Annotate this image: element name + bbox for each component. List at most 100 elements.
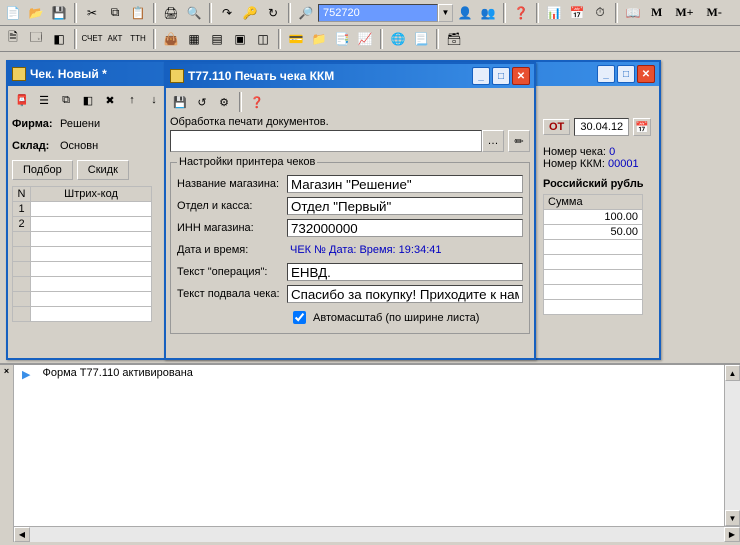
paste-icon[interactable]: 📋 bbox=[127, 2, 149, 24]
globe-icon[interactable]: 🌐 bbox=[387, 28, 409, 50]
chek-window-icon bbox=[12, 67, 26, 81]
inn-input[interactable] bbox=[287, 219, 523, 237]
row-2-barcode[interactable] bbox=[31, 217, 152, 232]
calendar-icon[interactable]: 📅 bbox=[566, 2, 588, 24]
dialog-titlebar[interactable]: T77.110 Печать чека ККМ _ □ ✕ bbox=[166, 64, 534, 88]
memory-m-button[interactable]: M bbox=[645, 2, 668, 24]
podbor-button[interactable]: Подбор bbox=[12, 160, 73, 180]
grid1-icon[interactable]: ▦ bbox=[183, 28, 205, 50]
list3-icon[interactable]: ◧ bbox=[78, 90, 98, 110]
find-icon[interactable]: 🔎 bbox=[295, 2, 317, 24]
nomer-cheka-value[interactable]: 0 bbox=[609, 146, 615, 158]
open-icon[interactable]: 📂 bbox=[25, 2, 47, 24]
autoscale-checkbox[interactable] bbox=[293, 311, 306, 324]
save-form-icon[interactable]: 💾 bbox=[170, 92, 190, 112]
scroll-left-icon[interactable]: ◀ bbox=[14, 527, 30, 542]
doc-icon[interactable]: 📃 bbox=[410, 28, 432, 50]
dept-input[interactable] bbox=[287, 197, 523, 215]
scroll-down-icon[interactable]: ▼ bbox=[725, 510, 740, 526]
dialog-close-button[interactable]: ✕ bbox=[512, 67, 530, 85]
settings-form-icon[interactable]: ⚙ bbox=[214, 92, 234, 112]
help-icon[interactable]: ❓ bbox=[510, 2, 532, 24]
date-input[interactable] bbox=[574, 118, 629, 136]
datetime-label: Дата и время: bbox=[177, 244, 287, 256]
tool-c-icon[interactable]: ◧ bbox=[48, 28, 70, 50]
new-icon[interactable]: 📄 bbox=[2, 2, 24, 24]
col-barcode-header[interactable]: Штрих-код bbox=[31, 187, 152, 202]
dialog-maximize-button[interactable]: □ bbox=[492, 67, 510, 85]
currency-label: Российский рубль bbox=[543, 178, 653, 190]
chart-icon[interactable]: 📈 bbox=[354, 28, 376, 50]
grid2-icon[interactable]: ▤ bbox=[206, 28, 228, 50]
app-icon[interactable]: 🗃 bbox=[443, 28, 465, 50]
scroll-up-icon[interactable]: ▲ bbox=[725, 365, 740, 381]
find-prev-icon[interactable]: 👥 bbox=[477, 2, 499, 24]
book-icon[interactable]: 📖 bbox=[622, 2, 644, 24]
preview-icon[interactable]: 🔍 bbox=[183, 2, 205, 24]
search-dropdown-icon[interactable]: ▼ bbox=[438, 4, 453, 22]
fieldset-legend: Настройки принтера чеков bbox=[177, 156, 317, 168]
restore-form-icon[interactable]: ↺ bbox=[192, 92, 212, 112]
copy-icon[interactable]: ⧉ bbox=[104, 2, 126, 24]
sum-row-2[interactable]: 50.00 bbox=[544, 225, 643, 240]
print-icon[interactable]: 🖨 bbox=[160, 2, 182, 24]
sklad-value: Основн bbox=[60, 140, 98, 152]
find-next-icon[interactable]: 👤 bbox=[454, 2, 476, 24]
report-icon[interactable]: 📑 bbox=[331, 28, 353, 50]
nomer-kkm-value[interactable]: 00001 bbox=[608, 158, 639, 170]
store-name-label: Название магазина: bbox=[177, 178, 287, 190]
key-icon[interactable]: 🔑 bbox=[239, 2, 261, 24]
tool-f-icon[interactable]: ТТН bbox=[127, 28, 149, 50]
folder-icon[interactable]: 📁 bbox=[308, 28, 330, 50]
down-icon[interactable]: ↓ bbox=[144, 90, 164, 110]
up-icon[interactable]: ↑ bbox=[122, 90, 142, 110]
undo-icon[interactable]: ↷ bbox=[216, 2, 238, 24]
message-hscrollbar[interactable]: ◀ ▶ bbox=[14, 526, 740, 542]
cut-icon[interactable]: ✂ bbox=[81, 2, 103, 24]
search-combo[interactable]: ▼ bbox=[318, 4, 453, 22]
tool-b-icon[interactable]: 🗔 bbox=[25, 28, 47, 50]
list2-icon[interactable]: ⧉ bbox=[56, 90, 76, 110]
col-sum-header[interactable]: Сумма bbox=[544, 195, 643, 210]
time-icon[interactable]: ⏱ bbox=[589, 2, 611, 24]
clear-button[interactable]: ✏ bbox=[508, 130, 530, 152]
memory-mplus-button[interactable]: M+ bbox=[669, 2, 699, 24]
memory-mminus-button[interactable]: M- bbox=[701, 2, 728, 24]
operation-input[interactable] bbox=[287, 263, 523, 281]
save-icon[interactable]: 💾 bbox=[48, 2, 70, 24]
search-input[interactable] bbox=[318, 4, 438, 22]
tool-d-icon[interactable]: СЧЕТ bbox=[81, 28, 103, 50]
autoscale-label: Автомасштаб (по ширине листа) bbox=[313, 312, 479, 324]
barcode-table[interactable]: N Штрих-код 1 2 bbox=[12, 186, 152, 322]
calendar-picker-icon[interactable]: 📅 bbox=[633, 118, 651, 136]
close-button[interactable]: ✕ bbox=[637, 65, 655, 83]
sum-table[interactable]: Сумма 100.00 50.00 bbox=[543, 194, 643, 315]
ellipsis-button[interactable]: … bbox=[482, 130, 504, 152]
post-icon[interactable]: 📮 bbox=[12, 90, 32, 110]
scroll-right-icon[interactable]: ▶ bbox=[724, 527, 740, 542]
delete-icon[interactable]: ✖ bbox=[100, 90, 120, 110]
message-vscrollbar[interactable]: ▲ ▼ bbox=[724, 365, 740, 526]
store-name-input[interactable] bbox=[287, 175, 523, 193]
tool-a-icon[interactable]: 🗎 bbox=[2, 28, 24, 50]
main-toolbar-1: 📄 📂 💾 ✂ ⧉ 📋 🖨 🔍 ↷ 🔑 ↻ 🔎 ▼ 👤 👥 ❓ 📊 📅 ⏱ 📖 … bbox=[0, 0, 740, 26]
maximize-button[interactable]: □ bbox=[617, 65, 635, 83]
document-selector[interactable]: … ✏ bbox=[170, 130, 530, 152]
skidki-button[interactable]: Скидк bbox=[77, 160, 129, 180]
bag-icon[interactable]: 👜 bbox=[160, 28, 182, 50]
refresh-icon[interactable]: ↻ bbox=[262, 2, 284, 24]
message-close-icon[interactable]: × bbox=[3, 365, 10, 377]
tool-e-icon[interactable]: АКТ bbox=[104, 28, 126, 50]
grid4-icon[interactable]: ◫ bbox=[252, 28, 274, 50]
sum-row-1[interactable]: 100.00 bbox=[544, 210, 643, 225]
help-form-icon[interactable]: ❓ bbox=[247, 92, 267, 112]
card-icon[interactable]: 💳 bbox=[285, 28, 307, 50]
document-input[interactable] bbox=[170, 130, 482, 152]
dialog-minimize-button[interactable]: _ bbox=[472, 67, 490, 85]
calc-icon[interactable]: 📊 bbox=[543, 2, 565, 24]
minimize-button[interactable]: _ bbox=[597, 65, 615, 83]
grid3-icon[interactable]: ▣ bbox=[229, 28, 251, 50]
row-1-barcode[interactable] bbox=[31, 202, 152, 217]
footer-input[interactable] bbox=[287, 285, 523, 303]
list1-icon[interactable]: ☰ bbox=[34, 90, 54, 110]
